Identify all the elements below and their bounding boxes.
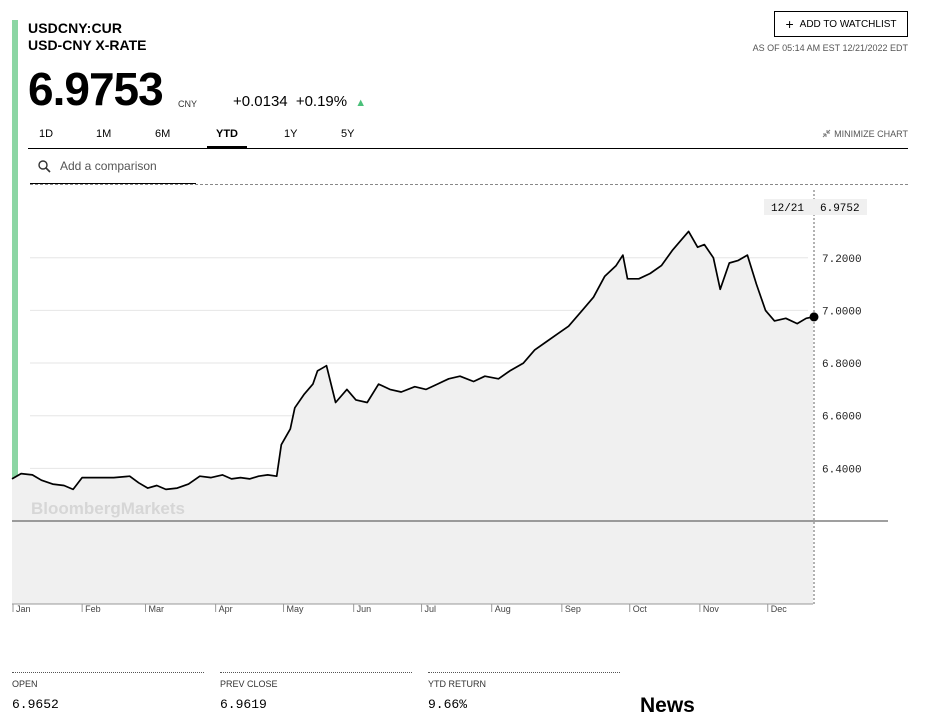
last-price-marker: [809, 312, 819, 322]
stat-prev-close: PREV CLOSE 6.9619: [220, 672, 412, 712]
stat-open: OPEN 6.9652: [12, 672, 204, 712]
stat-ytd-return-value: 9.66%: [428, 697, 468, 712]
x-tick-label: Jun: [357, 604, 372, 614]
x-tick-label: Feb: [85, 604, 101, 614]
stat-open-label: OPEN: [12, 672, 204, 689]
x-tick-label: May: [287, 604, 305, 614]
x-tick-label: Dec: [771, 604, 788, 614]
x-tick-label: Apr: [219, 604, 233, 614]
news-heading: News: [640, 694, 695, 717]
stat-ytd-return: YTD RETURN 9.66%: [428, 672, 620, 712]
stat-open-value: 6.9652: [12, 697, 59, 712]
x-tick-label: Mar: [149, 604, 165, 614]
x-tick-label: Nov: [703, 604, 720, 614]
stat-prev-close-value: 6.9619: [220, 697, 267, 712]
stat-prev-close-label: PREV CLOSE: [220, 672, 412, 689]
price-chart[interactable]: 6.4000 6.6000 6.8000 7.0000 7.2000 BloombergM…: [0, 0, 925, 715]
cursor-date-label: 12/21: [771, 203, 804, 215]
x-tick-label: Sep: [565, 604, 581, 614]
y-tick-label: 6.8000: [822, 359, 862, 371]
x-tick-label: Jul: [425, 604, 437, 614]
x-tick-label: Jan: [16, 604, 31, 614]
y-tick-label: 7.0000: [822, 306, 862, 318]
y-tick-label: 7.2000: [822, 254, 862, 266]
x-tick-label: Oct: [633, 604, 648, 614]
price-area: [12, 231, 813, 604]
y-tick-label: 6.6000: [822, 412, 862, 424]
watermark: BloombergMarkets: [31, 499, 185, 518]
stat-ytd-return-label: YTD RETURN: [428, 672, 620, 689]
cursor-value-label: 6.9752: [820, 203, 860, 215]
x-tick-label: Aug: [495, 604, 511, 614]
y-tick-label: 6.4000: [822, 464, 862, 476]
